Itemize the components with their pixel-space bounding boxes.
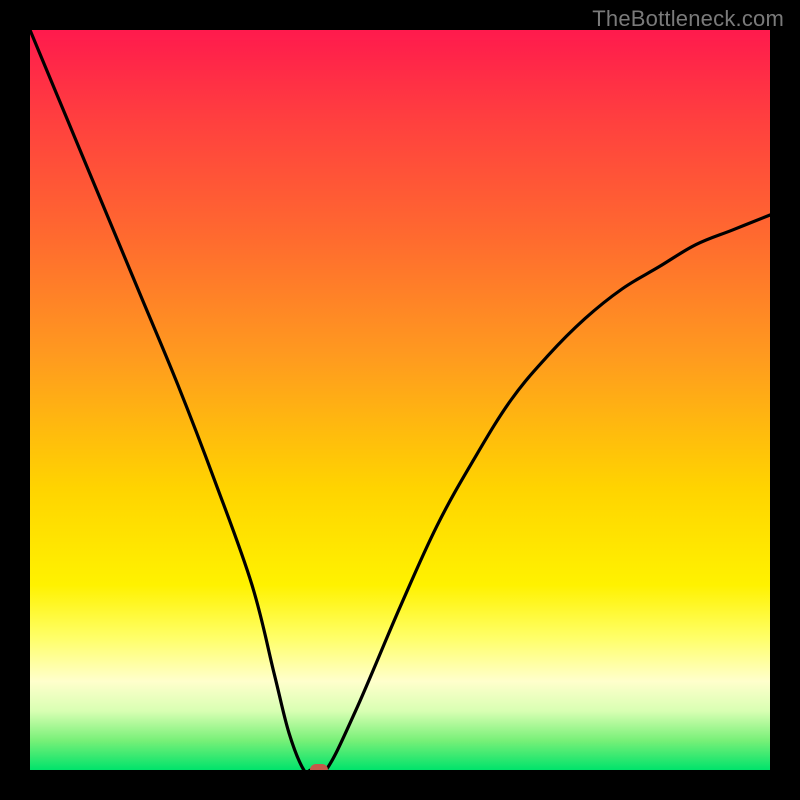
watermark-text: TheBottleneck.com xyxy=(592,6,784,32)
optimal-point-marker xyxy=(310,764,328,770)
bottleneck-curve xyxy=(30,30,770,770)
chart-frame: TheBottleneck.com xyxy=(0,0,800,800)
plot-area xyxy=(30,30,770,770)
